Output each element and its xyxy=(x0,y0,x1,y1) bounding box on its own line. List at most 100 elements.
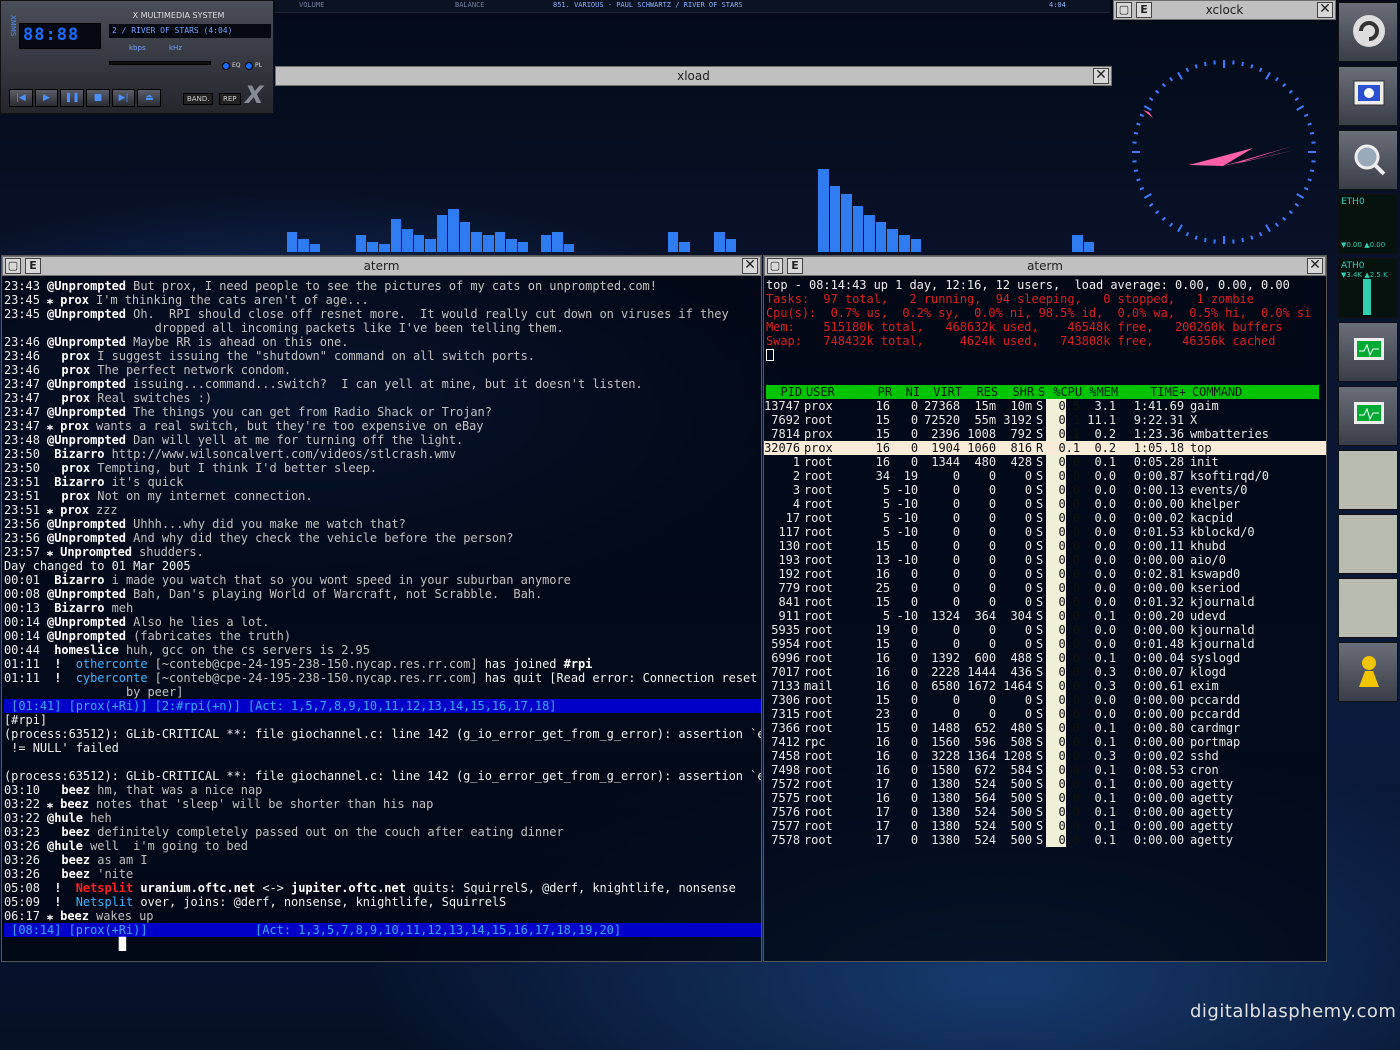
cell: 0 xyxy=(1024,539,1032,553)
irc-scrollback[interactable]: 23:43 @Unprompted But prox, I need peopl… xyxy=(2,276,761,961)
cursor: █ xyxy=(4,937,126,951)
timestamp: 03:10 xyxy=(4,783,40,797)
xmms-volume-slider[interactable] xyxy=(109,61,211,65)
nick: prox xyxy=(39,489,91,503)
load-bar xyxy=(425,238,436,252)
rep-button[interactable]: REP xyxy=(219,93,241,105)
close-icon[interactable]: ✕ xyxy=(1307,258,1323,274)
dock-app-user[interactable] xyxy=(1338,642,1398,702)
pause-button[interactable]: ❚❚ xyxy=(60,89,85,107)
cell: rpc xyxy=(804,735,826,749)
prev-button[interactable]: |◀ xyxy=(9,89,33,107)
clock-tick xyxy=(1296,105,1305,111)
irc-line: 01:11 ! cyberconte [~conteb@cpe-24-195-2… xyxy=(4,671,761,685)
error-line: != NULL' failed xyxy=(4,741,119,755)
process-row: 2 root 34 19 0 0 0 S 0.0 0.0 0:00.87 ksoftirqd/0 xyxy=(764,469,1326,483)
xmms-player[interactable]: XMMS X MULTIMEDIA SYSTEM 88:88 2 / RIVER… xyxy=(0,0,274,114)
xmms-pl-toggle[interactable] xyxy=(245,62,253,70)
irc-terminal-window[interactable]: ▢ E aterm ✕ 23:43 @Unprompted But prox, … xyxy=(1,255,762,962)
load-bar xyxy=(355,235,367,252)
cell: root xyxy=(804,791,833,805)
cell: 500 xyxy=(1010,805,1032,819)
dock-app-debian[interactable] xyxy=(1338,2,1398,62)
xclock-window: ▢ E xclock ✕ xyxy=(1113,0,1336,244)
top-cpu: Cpu(s): 0.7% us, 0.2% sy, 0.0% ni, 98.5%… xyxy=(766,306,1311,320)
cell: 0.2 xyxy=(1094,427,1116,441)
process-row: 5935 root 19 0 0 0 0 S 0.0 0.0 0:00.00 kjournald xyxy=(764,623,1326,637)
cell: 1:23.36 xyxy=(1133,427,1184,441)
timestamp: 23:51 xyxy=(4,475,40,489)
timestamp: 23:51 xyxy=(4,489,40,503)
cell: root xyxy=(804,651,833,665)
cell: 0 xyxy=(910,763,918,777)
irc-line: by peer] xyxy=(4,685,761,699)
cell: 0.0 xyxy=(1058,567,1080,581)
message: Oh. RPI should close off resnet more. It… xyxy=(125,307,729,321)
track-time: 4:04 xyxy=(1049,1,1066,9)
nick: @Unprompted xyxy=(39,629,126,643)
host: [~conteb@cpe-24-195-238-150.nycap.res.rr… xyxy=(147,671,478,685)
cell: 0.1 xyxy=(1094,609,1116,623)
cell: 0 xyxy=(1024,497,1032,511)
cell: 0.0 xyxy=(1058,553,1080,567)
xmms-controls: |◀ ▶ ❚❚ ■ ▶| ⏏ xyxy=(9,89,162,107)
cell: S xyxy=(1036,553,1044,567)
text: Mem: 515180k total, 468632k used, 46548k… xyxy=(766,320,1283,334)
cell: 0 xyxy=(952,553,960,567)
top-terminal-window[interactable]: ▢ E aterm ✕ top - 08:14:43 up 1 day, 12:… xyxy=(763,255,1327,962)
irc-line: 05:09 ! Netsplit over, joins: @derf, non… xyxy=(4,895,761,909)
window-menu-icon[interactable]: E xyxy=(787,258,803,274)
next-button[interactable]: ▶| xyxy=(111,89,136,107)
cell: S xyxy=(1036,427,1044,441)
cell: kjournald xyxy=(1190,595,1255,609)
window-menu-icon[interactable]: E xyxy=(25,258,41,274)
dock-app-terminal-2[interactable] xyxy=(1338,386,1398,446)
dock-app-monitor[interactable] xyxy=(1338,66,1398,126)
clock-tick xyxy=(1136,178,1141,182)
play-button[interactable]: ▶ xyxy=(34,89,59,107)
clock-tick xyxy=(1133,131,1139,135)
cell: 1464 xyxy=(1003,679,1032,693)
xclock-titlebar[interactable]: ▢ E xclock ✕ xyxy=(1113,0,1336,20)
irc-titlebar[interactable]: ▢ E aterm ✕ xyxy=(2,256,761,276)
process-row: 13747 prox 16 0 27368 15m 10m S 0.5 3.1 1:41.69 gai… xyxy=(764,399,1326,413)
window-menu-icon[interactable]: E xyxy=(1136,2,1152,18)
cell: 0 xyxy=(910,581,918,595)
process-row: 1 root 16 0 1344 480 428 S 0.0 0.1 0:05.28 init xyxy=(764,455,1326,469)
close-icon[interactable]: ✕ xyxy=(1317,2,1333,18)
nick: @Unprompted xyxy=(39,335,126,349)
band-button[interactable]: BAND. xyxy=(183,93,214,105)
stop-button[interactable]: ■ xyxy=(86,89,110,107)
eject-button[interactable]: ⏏ xyxy=(137,89,162,107)
timestamp: 05:08 xyxy=(4,881,40,895)
xmms-eq-toggle[interactable] xyxy=(222,62,230,70)
timestamp: 03:26 xyxy=(4,839,40,853)
process-row: 7315 root 23 0 0 0 0 S 0.0 0.0 0:00.00 pccardd xyxy=(764,707,1326,721)
dock-app-magnifier[interactable] xyxy=(1338,130,1398,190)
cell: 1 xyxy=(792,455,800,469)
close-icon[interactable]: ✕ xyxy=(1093,68,1109,84)
cell: root xyxy=(804,539,833,553)
cell: 0.0 xyxy=(1058,539,1080,553)
column-header: USER xyxy=(806,385,835,399)
minimize-icon[interactable]: ▢ xyxy=(767,258,783,274)
cell: 7498 xyxy=(771,763,800,777)
cell: 0 xyxy=(910,441,918,455)
irc-line: 00:14 @Unprompted (fabricates the truth) xyxy=(4,629,761,643)
cell: 0 xyxy=(1024,595,1032,609)
minimize-icon[interactable]: ▢ xyxy=(1116,2,1132,18)
message: wakes up xyxy=(88,909,154,923)
cell: 130 xyxy=(778,539,800,553)
cell: 0 xyxy=(988,637,996,651)
close-icon[interactable]: ✕ xyxy=(742,258,758,274)
cell: 0 xyxy=(910,623,918,637)
cell: 0:00.87 xyxy=(1133,469,1184,483)
cell: root xyxy=(804,665,833,679)
minimize-icon[interactable]: ▢ xyxy=(5,258,21,274)
dock-app-terminal-1[interactable] xyxy=(1338,322,1398,382)
cell: mail xyxy=(804,679,833,693)
top-titlebar[interactable]: ▢ E aterm ✕ xyxy=(764,256,1326,276)
timestamp: 03:23 xyxy=(4,825,40,839)
xload-titlebar[interactable]: xload ✕ xyxy=(275,66,1112,86)
message: Also he lies a lot. xyxy=(125,615,270,629)
